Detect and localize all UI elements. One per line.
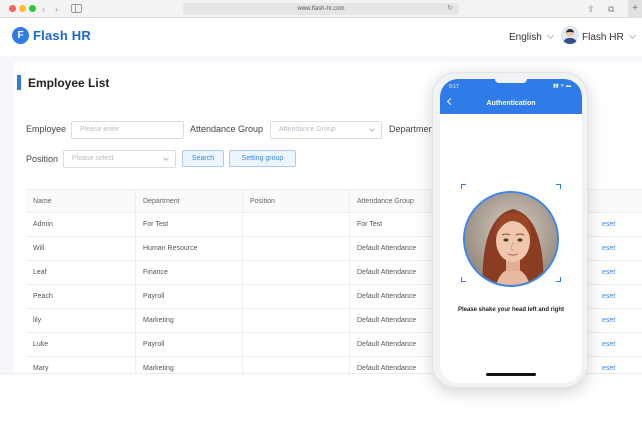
attendance-group-placeholder: Attendance Group bbox=[279, 126, 336, 133]
employee-placeholder: Please enter bbox=[80, 126, 120, 133]
title-accent-bar bbox=[17, 75, 21, 90]
face-photo bbox=[465, 193, 557, 285]
scan-frame-corner-icon bbox=[461, 277, 466, 282]
cell-position bbox=[242, 285, 349, 309]
cell-position bbox=[242, 213, 349, 237]
chevron-down-icon bbox=[628, 31, 636, 40]
column-header-department: Department bbox=[135, 190, 242, 214]
reset-link[interactable]: eset bbox=[602, 309, 615, 333]
sidebar-toggle-icon[interactable] bbox=[71, 4, 82, 13]
face-camera-preview bbox=[463, 191, 559, 287]
zoom-window-button[interactable] bbox=[29, 5, 36, 12]
minimize-window-button[interactable] bbox=[19, 5, 26, 12]
reset-link[interactable]: eset bbox=[602, 357, 615, 373]
reset-link[interactable]: eset bbox=[602, 213, 615, 237]
scan-frame-corner-icon bbox=[461, 184, 466, 189]
share-icon[interactable]: ⇪ bbox=[587, 3, 595, 15]
cell-position bbox=[242, 237, 349, 261]
cell-department: For Test bbox=[135, 213, 242, 237]
cell-department: Payroll bbox=[135, 285, 242, 309]
column-header-name: Name bbox=[33, 198, 52, 205]
user-name: Flash HR bbox=[582, 32, 624, 43]
cell-name: Peach bbox=[33, 293, 53, 300]
column-header-position: Position bbox=[242, 190, 349, 214]
phone-notch bbox=[495, 79, 527, 83]
cell-name: Admin bbox=[33, 221, 53, 228]
employee-label: Employee bbox=[26, 124, 67, 134]
logo-icon: F bbox=[12, 27, 29, 44]
reset-link[interactable]: eset bbox=[602, 261, 615, 285]
logo-text: Flash HR bbox=[33, 28, 91, 43]
cell-department: Payroll bbox=[135, 333, 242, 357]
cell-name: Mary bbox=[33, 365, 49, 372]
new-tab-button[interactable]: + bbox=[628, 0, 642, 18]
phone-mockup: 9:17 ▮▮ ᯤ ▬ Authentication Please shake … bbox=[432, 72, 588, 388]
setting-group-button[interactable]: Setting group bbox=[229, 150, 296, 167]
scan-frame-corner-icon bbox=[556, 277, 561, 282]
employee-input[interactable]: Please enter bbox=[71, 121, 184, 139]
cell-name: Will bbox=[33, 245, 45, 252]
app-header: F Flash HR English Flash HR bbox=[0, 18, 642, 56]
attendance-group-select[interactable]: Attendance Group bbox=[270, 121, 382, 139]
browser-toolbar: ‹ › www.flash-hr.com ↻ ⇪ ⧉ + bbox=[0, 0, 642, 18]
back-icon[interactable]: ‹ bbox=[42, 3, 45, 15]
reset-link[interactable]: eset bbox=[602, 237, 615, 261]
page-title: Employee List bbox=[28, 76, 110, 90]
reload-icon[interactable]: ↻ bbox=[447, 3, 453, 15]
position-label: Position bbox=[26, 154, 59, 164]
address-bar[interactable]: www.flash-hr.com ↻ bbox=[183, 3, 459, 15]
home-indicator bbox=[486, 373, 536, 376]
reset-link[interactable]: eset bbox=[602, 333, 615, 357]
cell-department: Marketing bbox=[135, 357, 242, 373]
cell-department: Marketing bbox=[135, 309, 242, 333]
cell-department: Finance bbox=[135, 261, 242, 285]
chevron-down-icon bbox=[546, 31, 554, 40]
cell-name: lily bbox=[33, 317, 42, 324]
scan-frame-corner-icon bbox=[556, 184, 561, 189]
avatar[interactable] bbox=[561, 26, 579, 44]
cell-department: Human Resource bbox=[135, 237, 242, 261]
position-select[interactable]: Please select bbox=[63, 150, 176, 168]
reset-link[interactable]: eset bbox=[602, 285, 615, 309]
user-menu[interactable]: Flash HR bbox=[582, 31, 636, 43]
language-selector[interactable]: English bbox=[509, 31, 554, 43]
cell-name: Leaf bbox=[33, 269, 47, 276]
instruction-text: Please shake your head left and right bbox=[457, 307, 565, 313]
authentication-title: Authentication bbox=[486, 100, 536, 107]
forward-icon[interactable]: › bbox=[55, 3, 58, 15]
chevron-down-icon bbox=[163, 155, 169, 161]
cell-position bbox=[242, 357, 349, 373]
cell-position bbox=[242, 261, 349, 285]
position-placeholder: Please select bbox=[72, 155, 114, 162]
cell-name: Luke bbox=[33, 341, 49, 348]
attendance-group-label: Attendance Group bbox=[190, 124, 264, 134]
url-text: www.flash-hr.com bbox=[297, 6, 345, 12]
phone-screen: 9:17 ▮▮ ᯤ ▬ Authentication Please shake … bbox=[440, 79, 582, 383]
chevron-down-icon bbox=[369, 126, 375, 132]
tabs-overview-icon[interactable]: ⧉ bbox=[608, 3, 614, 15]
stage: ‹ › www.flash-hr.com ↻ ⇪ ⧉ + F Flash HR … bbox=[0, 0, 642, 428]
search-button[interactable]: Search bbox=[182, 150, 224, 167]
cell-position bbox=[242, 309, 349, 333]
status-time: 9:17 bbox=[449, 84, 459, 90]
close-window-button[interactable] bbox=[9, 5, 16, 12]
language-label: English bbox=[509, 32, 542, 43]
cell-position bbox=[242, 333, 349, 357]
status-icons: ▮▮ ᯤ ▬ bbox=[553, 83, 571, 89]
phone-nav-bar: 9:17 ▮▮ ᯤ ▬ Authentication bbox=[440, 79, 582, 114]
department-label: Department bbox=[389, 124, 437, 134]
